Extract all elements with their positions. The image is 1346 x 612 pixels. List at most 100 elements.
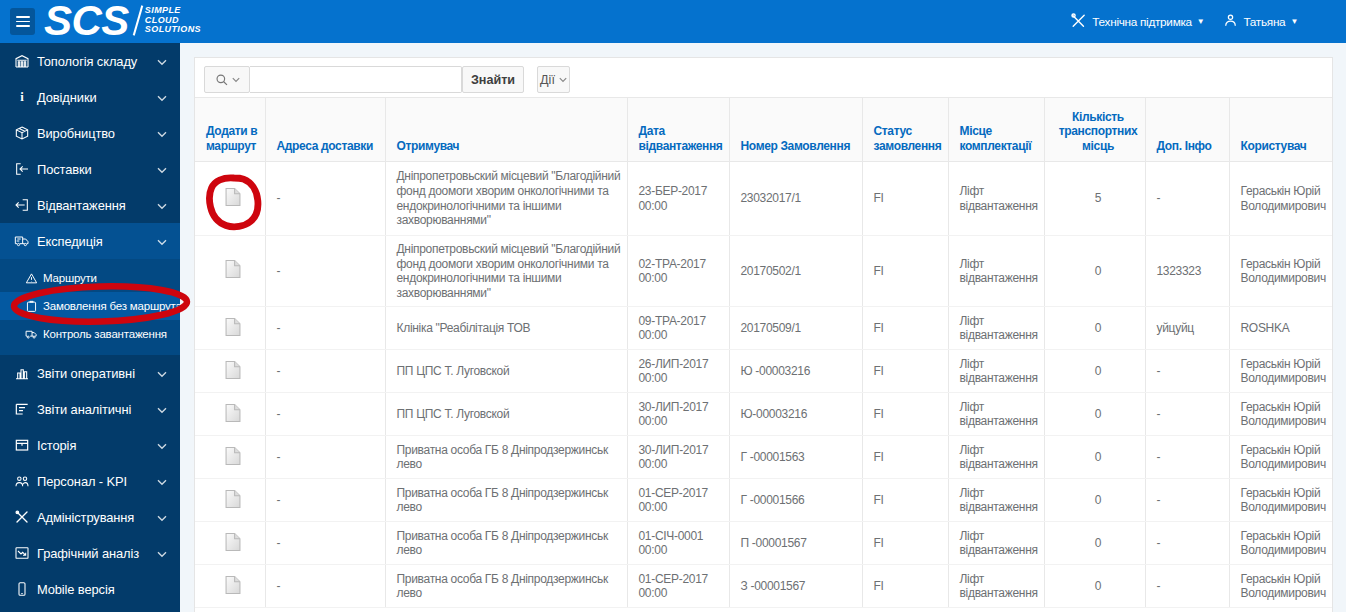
cell-user: Гераськін Юрій Володимирович [1229, 479, 1332, 522]
document-icon[interactable] [225, 259, 241, 283]
cell-user: Гераськін Юрій Володимирович [1229, 436, 1332, 479]
col-header-add-to-route[interactable]: Додати в маршрут [195, 98, 265, 162]
sidebar-item-label: Відвантаження [37, 198, 126, 213]
cell-order: П -00001567 [729, 522, 862, 565]
archive-box-icon [14, 437, 30, 453]
warehouse-icon [14, 53, 30, 69]
sidebar-item-operational-reports[interactable]: Звіти оперативні [0, 355, 180, 391]
sidebar-nav: Топологія складу i Довідники Виробництво… [0, 43, 180, 612]
cell-place: Ліфт відвантаження [948, 522, 1044, 565]
submenu-item-load-control[interactable]: Контроль завантаження [0, 320, 180, 348]
actions-button[interactable]: Дії [537, 66, 570, 93]
col-header-order-status[interactable]: Статус замовлення [862, 98, 948, 162]
logo-slash [133, 5, 143, 35]
document-icon[interactable] [225, 446, 241, 470]
cell-user: Гераськін Юрій Володимирович [1229, 350, 1332, 393]
document-icon[interactable] [225, 403, 241, 427]
cell-order: З -00001567 [729, 565, 862, 608]
sidebar-item-topology[interactable]: Топологія складу [0, 43, 180, 79]
app-logo[interactable]: SCS SIMPLE CLOUD SOLUTIONS [44, 1, 201, 41]
col-header-order-number[interactable]: Номер Замовлення [729, 98, 862, 162]
top-bar: SCS SIMPLE CLOUD SOLUTIONS Технічна підт… [0, 0, 1346, 43]
sidebar-item-supplies[interactable]: Поставки [0, 151, 180, 187]
col-header-additional-info[interactable]: Доп. Інфо [1145, 98, 1229, 162]
search-scope-button[interactable] [204, 66, 250, 93]
document-icon[interactable] [225, 317, 241, 341]
sidebar-item-label: Звіти аналітичні [37, 402, 131, 417]
submenu-item-routes[interactable]: Маршрути [0, 264, 180, 292]
cell-user: Гераськін Юрій Володимирович [1229, 565, 1332, 608]
sidebar-item-expedition[interactable]: Експедиція [0, 223, 180, 259]
search-input[interactable] [250, 66, 462, 93]
document-icon[interactable] [225, 489, 241, 513]
sidebar-item-label: Топологія складу [37, 54, 137, 69]
sidebar-item-history[interactable]: Історія [0, 427, 180, 463]
sidebar-item-directories[interactable]: i Довідники [0, 79, 180, 115]
cell-info: уйцуйц [1145, 307, 1229, 350]
cell-address: - [265, 479, 385, 522]
user-name: Татьяна [1243, 15, 1285, 29]
col-header-delivery-address[interactable]: Адреса доставки [265, 98, 385, 162]
sidebar-item-label: Звіти оперативні [37, 366, 135, 381]
cell-date: 01-СЕР-2017 00:00 [627, 565, 729, 608]
cell-date: 09-ТРА-2017 00:00 [627, 307, 729, 350]
col-header-picking-place[interactable]: Місце комплектації [948, 98, 1044, 162]
sidebar-item-personnel-kpi[interactable]: Персонал - KPI [0, 463, 180, 499]
cell-date: 30-ЛИП-2017 00:00 [627, 393, 729, 436]
menu-toggle-button[interactable] [10, 8, 35, 35]
sidebar-item-administration[interactable]: Адміністрування [0, 499, 180, 535]
cell-recipient: ПП ЦПС Т. Луговской [385, 393, 627, 436]
sidebar-item-mobile-version[interactable]: Mobile версія [0, 571, 180, 607]
cell-user: Гераськін Юрій Володимирович [1229, 162, 1332, 236]
sidebar-item-label: Експедиція [37, 234, 103, 249]
delivery-truck-icon [25, 327, 38, 341]
col-header-ship-date[interactable]: Дата відвантаження [627, 98, 729, 162]
cell-address: - [265, 350, 385, 393]
svg-text:i: i [20, 90, 24, 104]
user-menu[interactable]: Татьяна ▼ [1223, 12, 1298, 31]
cell-recipient: Приватна особа ГБ 8 Дніпродзержинськ лев… [385, 565, 627, 608]
cell-status: FI [862, 162, 948, 236]
chevron-down-icon [157, 90, 167, 105]
document-icon[interactable] [225, 532, 241, 556]
cell-order: Г -00001563 [729, 436, 862, 479]
export-arrow-icon [14, 197, 30, 213]
support-menu[interactable]: Технічна підтримка ▼ [1070, 12, 1204, 32]
content-panel: Знайти Дії Додати в маршрут Адреса доста… [194, 57, 1333, 612]
sidebar-item-label: Адміністрування [37, 510, 134, 525]
document-icon[interactable] [225, 360, 241, 384]
sidebar-item-shipment[interactable]: Відвантаження [0, 187, 180, 223]
table-row: - ПП ЦПС Т. Луговской 30-ЛИП-2017 00:00 … [195, 393, 1332, 436]
cell-info: 1323323 [1145, 236, 1229, 307]
chevron-down-icon [157, 438, 167, 453]
table-row: - Приватна особа ГБ 8 Дніпродзержинськ л… [195, 436, 1332, 479]
sidebar-item-graphic-analysis[interactable]: Графічний аналіз [0, 535, 180, 571]
sidebar-item-production[interactable]: Виробництво [0, 115, 180, 151]
table-header-row: Додати в маршрут Адреса доставки Отримув… [195, 98, 1332, 162]
submenu-item-orders-without-route[interactable]: Замовлення без маршрута [0, 292, 180, 320]
cell-address: - [265, 522, 385, 565]
sidebar-item-analytical-reports[interactable]: Звіти аналітичні [0, 391, 180, 427]
find-button[interactable]: Знайти [462, 66, 524, 93]
submenu-item-label: Контроль завантаження [43, 328, 167, 340]
chevron-down-icon [157, 234, 167, 249]
package-icon [14, 125, 30, 141]
submenu-item-label: Маршрути [43, 272, 97, 284]
col-header-user[interactable]: Користувач [1229, 98, 1332, 162]
col-header-recipient[interactable]: Отримувач [385, 98, 627, 162]
cell-place: Ліфт відвантаження [948, 236, 1044, 307]
document-icon[interactable] [225, 575, 241, 599]
cell-date: 01-СЕР-2017 00:00 [627, 479, 729, 522]
cell-recipient: Приватна особа ГБ 8 Дніпродзержинськ лев… [385, 436, 627, 479]
cell-status: FI [862, 565, 948, 608]
col-header-transport-qty[interactable]: Кількість транспортних місць [1044, 98, 1145, 162]
cell-order: Г -00001566 [729, 479, 862, 522]
cell-user: ROSHKA [1229, 307, 1332, 350]
info-icon: i [14, 89, 30, 105]
document-icon[interactable] [225, 187, 241, 211]
cell-info: - [1145, 436, 1229, 479]
cell-qty: 0 [1044, 307, 1145, 350]
import-arrow-icon [14, 161, 30, 177]
tools-icon [1070, 12, 1087, 32]
cell-place: Ліфт відвантаження [948, 479, 1044, 522]
